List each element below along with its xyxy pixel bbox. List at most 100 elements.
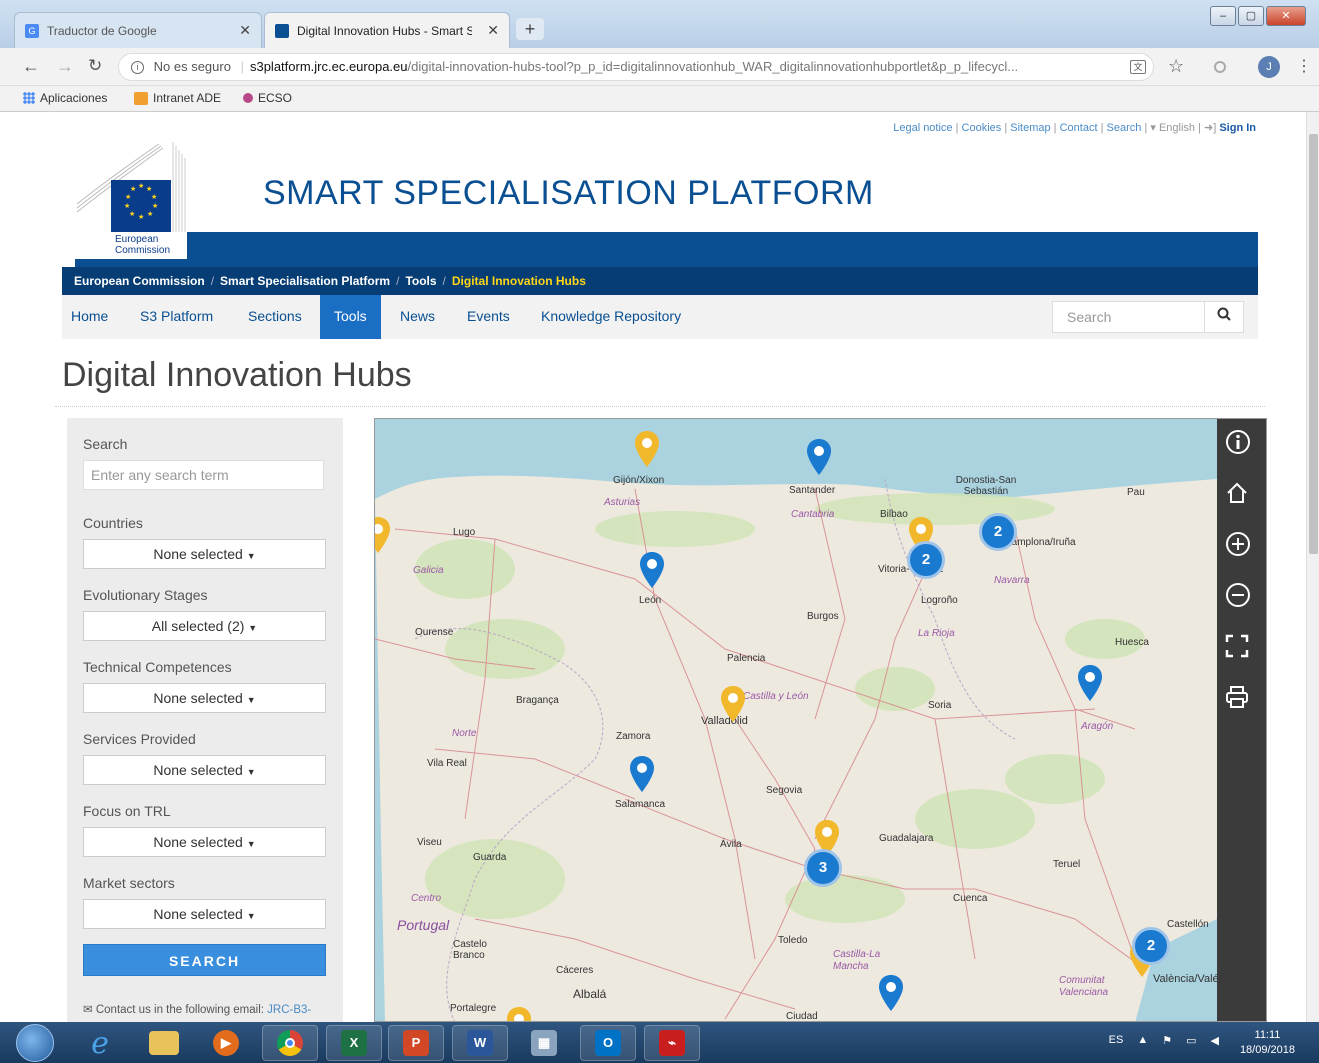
scrollbar-thumb[interactable]	[1309, 134, 1318, 554]
bookmark-ecso[interactable]: ECSO	[243, 91, 292, 105]
translate-page-icon[interactable]: 文	[1130, 60, 1146, 74]
minimize-button[interactable]: –	[1210, 6, 1236, 26]
hub-marker-yellow[interactable]	[506, 1007, 532, 1022]
evolutionary-stages-select[interactable]: All selected (2) ▼	[83, 611, 326, 641]
site-title[interactable]: SMART SPECIALISATION PLATFORM	[263, 174, 874, 213]
maximize-button[interactable]: ▢	[1238, 6, 1264, 26]
nav-s3-platform[interactable]: S3 Platform	[131, 295, 222, 339]
contact-link[interactable]: Contact	[1060, 122, 1098, 134]
back-arrow-icon[interactable]: ←	[22, 56, 40, 77]
page-scrollbar[interactable]	[1306, 112, 1319, 1022]
internet-explorer-icon[interactable]: e	[72, 1025, 128, 1061]
site-search-button[interactable]	[1204, 301, 1244, 333]
hub-marker-yellow[interactable]	[374, 517, 391, 553]
close-window-button[interactable]: ✕	[1266, 6, 1306, 26]
logo-text-line2: Commission	[115, 245, 171, 256]
nav-sections[interactable]: Sections	[239, 295, 311, 339]
url-field[interactable]: i No es seguro | s3platform.jrc.ec.europa…	[118, 53, 1154, 81]
hub-marker-yellow[interactable]	[634, 431, 660, 467]
main-nav: Home S3 Platform Sections Tools News Eve…	[62, 295, 1258, 339]
profile-avatar[interactable]: J	[1258, 56, 1280, 78]
search-link[interactable]: Search	[1107, 122, 1142, 134]
hub-marker-blue[interactable]	[1077, 665, 1103, 701]
google-translate-icon: G	[25, 23, 39, 38]
cookies-link[interactable]: Cookies	[962, 122, 1002, 134]
hub-cluster[interactable]: 2	[907, 541, 945, 579]
media-player-icon[interactable]: ▶	[198, 1025, 254, 1061]
filter-search-button[interactable]: SEARCH	[83, 944, 326, 976]
forward-arrow-icon[interactable]: →	[56, 56, 74, 77]
volume-icon[interactable]: ◀	[1211, 1034, 1219, 1047]
hub-map[interactable]: Gijón/Xixon Santander Donostia-San Sebas…	[374, 418, 1267, 1022]
new-tab-button[interactable]: +	[516, 18, 544, 40]
web-page: Legal notice | Cookies | Sitemap | Conta…	[0, 112, 1306, 1022]
menu-dots-icon[interactable]: ⋮	[1296, 56, 1312, 76]
map-label: Palencia	[727, 653, 766, 664]
hub-marker-blue[interactable]	[878, 975, 904, 1011]
bookmark-label: Aplicaciones	[40, 91, 108, 105]
hub-marker-blue[interactable]	[629, 756, 655, 792]
close-tab-icon[interactable]: ✕	[487, 22, 499, 39]
outlook-icon[interactable]: O	[580, 1025, 636, 1061]
info-icon[interactable]	[1225, 429, 1259, 463]
input-language[interactable]: ES	[1109, 1034, 1124, 1047]
reload-icon[interactable]: ↻	[88, 56, 102, 76]
select-value: None selected	[153, 546, 243, 562]
filter-search-input[interactable]: Enter any search term	[83, 460, 324, 490]
contact-email-link[interactable]: JRC-B3-	[267, 1004, 311, 1016]
nav-home[interactable]: Home	[62, 295, 117, 339]
tab-digital-innovation-hubs[interactable]: Digital Innovation Hubs - Smart S ✕	[264, 12, 510, 48]
system-clock[interactable]: 11:11 18/09/2018	[1240, 1028, 1295, 1058]
countries-select[interactable]: None selected ▼	[83, 539, 326, 569]
fullscreen-icon[interactable]	[1225, 634, 1259, 668]
hub-cluster[interactable]: 2	[1132, 927, 1170, 965]
hub-marker-yellow[interactable]	[720, 686, 746, 722]
nav-knowledge-repository[interactable]: Knowledge Repository	[532, 295, 690, 339]
zoom-in-icon[interactable]	[1225, 531, 1259, 565]
bookmark-star-icon[interactable]: ☆	[1168, 56, 1184, 77]
calculator-icon[interactable]: ▦	[516, 1025, 572, 1061]
breadcrumb-s3-platform[interactable]: Smart Specialisation Platform	[220, 274, 390, 288]
windows-start-icon[interactable]	[16, 1024, 54, 1062]
excel-icon[interactable]: X	[326, 1025, 382, 1061]
filter-label-technical-competences: Technical Competences	[83, 659, 232, 675]
chrome-icon[interactable]	[262, 1025, 318, 1061]
network-icon[interactable]: ▭	[1186, 1034, 1196, 1047]
nav-news[interactable]: News	[391, 295, 444, 339]
close-tab-icon[interactable]: ✕	[239, 22, 251, 39]
hub-marker-blue[interactable]	[806, 439, 832, 475]
focus-on-trl-select[interactable]: None selected ▼	[83, 827, 326, 857]
breadcrumb-european-commission[interactable]: European Commission	[74, 274, 205, 288]
hub-cluster[interactable]: 3	[804, 849, 842, 887]
acrobat-icon[interactable]: ⌁	[644, 1025, 700, 1061]
show-hidden-icons-icon[interactable]: ▲	[1137, 1034, 1148, 1047]
home-icon[interactable]	[1225, 481, 1259, 515]
language-selector[interactable]: English	[1159, 122, 1195, 134]
svg-text:★: ★	[152, 202, 158, 210]
powerpoint-icon[interactable]: P	[388, 1025, 444, 1061]
extension-icon[interactable]	[1214, 61, 1226, 73]
services-provided-select[interactable]: None selected ▼	[83, 755, 326, 785]
bookmark-intranet-ade[interactable]: Intranet ADE	[134, 91, 221, 105]
legal-notice-link[interactable]: Legal notice	[893, 122, 952, 134]
market-sectors-select[interactable]: None selected ▼	[83, 899, 326, 929]
svg-text:★: ★	[130, 185, 136, 193]
sign-in-link[interactable]: Sign In	[1219, 122, 1256, 134]
tab-google-translate[interactable]: G Traductor de Google ✕	[14, 12, 262, 48]
hub-marker-blue[interactable]	[639, 552, 665, 588]
bookmark-apps[interactable]: Aplicaciones	[23, 91, 107, 105]
word-icon[interactable]: W	[452, 1025, 508, 1061]
svg-text:★: ★	[146, 185, 152, 193]
hub-cluster[interactable]: 2	[979, 513, 1017, 551]
sitemap-link[interactable]: Sitemap	[1010, 122, 1050, 134]
zoom-out-icon[interactable]	[1225, 582, 1259, 616]
breadcrumb-tools[interactable]: Tools	[405, 274, 436, 288]
map-label: Viseu	[417, 837, 442, 848]
nav-tools[interactable]: Tools	[320, 295, 381, 339]
nav-events[interactable]: Events	[458, 295, 519, 339]
action-center-flag-icon[interactable]: ⚑	[1162, 1034, 1172, 1047]
file-explorer-icon[interactable]	[136, 1025, 192, 1061]
technical-competences-select[interactable]: None selected ▼	[83, 683, 326, 713]
print-icon[interactable]	[1225, 685, 1259, 719]
european-commission-logo[interactable]: ★ ★ ★ ★ ★ ★ ★ ★ ★ ★ European Commission	[75, 142, 201, 259]
